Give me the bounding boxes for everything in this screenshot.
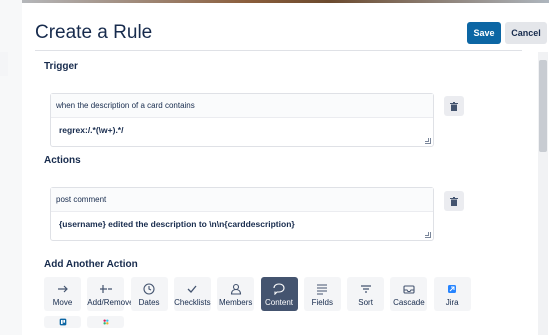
action-box: post comment {username} edited the descr… [50, 187, 434, 241]
action-tile-label: Fields [311, 298, 333, 307]
save-button[interactable]: Save [467, 22, 501, 44]
action-tile-sort[interactable]: Sort [347, 277, 385, 311]
actions-label: Actions [44, 155, 81, 166]
resize-handle-icon[interactable] [425, 138, 431, 144]
clock-icon [143, 283, 155, 295]
action-tile-label: Move [52, 298, 73, 307]
action-tile-label: Content [264, 298, 294, 307]
header-divider [35, 50, 522, 51]
lines-icon [317, 284, 328, 295]
action-tile-label: Jira [445, 298, 459, 307]
backdrop-edge [0, 0, 22, 335]
action-tile-trello[interactable] [44, 316, 81, 328]
resize-handle-icon[interactable] [425, 232, 431, 238]
trigger-label: Trigger [44, 61, 78, 72]
backdrop-ghost [0, 52, 8, 76]
action-tile-fields[interactable]: Fields [303, 277, 341, 311]
inbox-icon [403, 285, 415, 294]
action-input-value: {username} edited the description to \n\… [59, 219, 295, 229]
trigger-input-value: regrex:/.*(\w+).*/ [59, 125, 124, 135]
scrollbar-thumb[interactable] [539, 60, 547, 152]
action-tile-dates[interactable]: Dates [130, 277, 168, 311]
action-tile-slack[interactable] [87, 316, 125, 328]
trash-icon [450, 196, 458, 206]
slack-icon [103, 319, 109, 325]
comment-icon [273, 283, 285, 295]
action-tile-jira[interactable]: Jira [433, 277, 471, 311]
action-tile-move[interactable]: Move [44, 277, 81, 311]
action-tile-checklists[interactable]: Checklists [173, 277, 211, 311]
cancel-button[interactable]: Cancel [505, 22, 547, 44]
trigger-input[interactable]: regrex:/.*(\w+).*/ [51, 118, 433, 146]
trigger-box: when the description of a card contains … [50, 93, 434, 147]
action-tile-label: Checklists [174, 298, 211, 307]
plus-minus-icon [99, 285, 112, 293]
delete-trigger-button[interactable] [444, 96, 464, 116]
check-icon [187, 285, 197, 293]
trello-icon [59, 318, 66, 326]
trigger-description: when the description of a card contains [51, 94, 433, 118]
arrow-right-icon [57, 285, 68, 293]
action-tile-label: Members [219, 298, 253, 307]
person-icon [230, 283, 241, 295]
action-tile-label: Sort [358, 298, 373, 307]
action-description: post comment [51, 188, 433, 212]
action-tile-cascade[interactable]: Cascade [390, 277, 428, 311]
sort-icon [360, 285, 371, 293]
action-tile-label: Add/Remove [87, 298, 134, 307]
action-tile-members[interactable]: Members [217, 277, 255, 311]
delete-action-button[interactable] [444, 191, 464, 211]
modal-title: Create a Rule [35, 22, 153, 43]
jira-icon [448, 285, 457, 293]
action-tile-label: Dates [138, 298, 160, 307]
action-tile-content[interactable]: Content [260, 277, 298, 311]
add-action-label: Add Another Action [44, 259, 138, 270]
trash-icon [450, 101, 458, 111]
action-tile-add-remove[interactable]: Add/Remove [87, 277, 134, 311]
action-input[interactable]: {username} edited the description to \n\… [51, 212, 433, 240]
action-tile-label: Cascade [393, 298, 425, 307]
